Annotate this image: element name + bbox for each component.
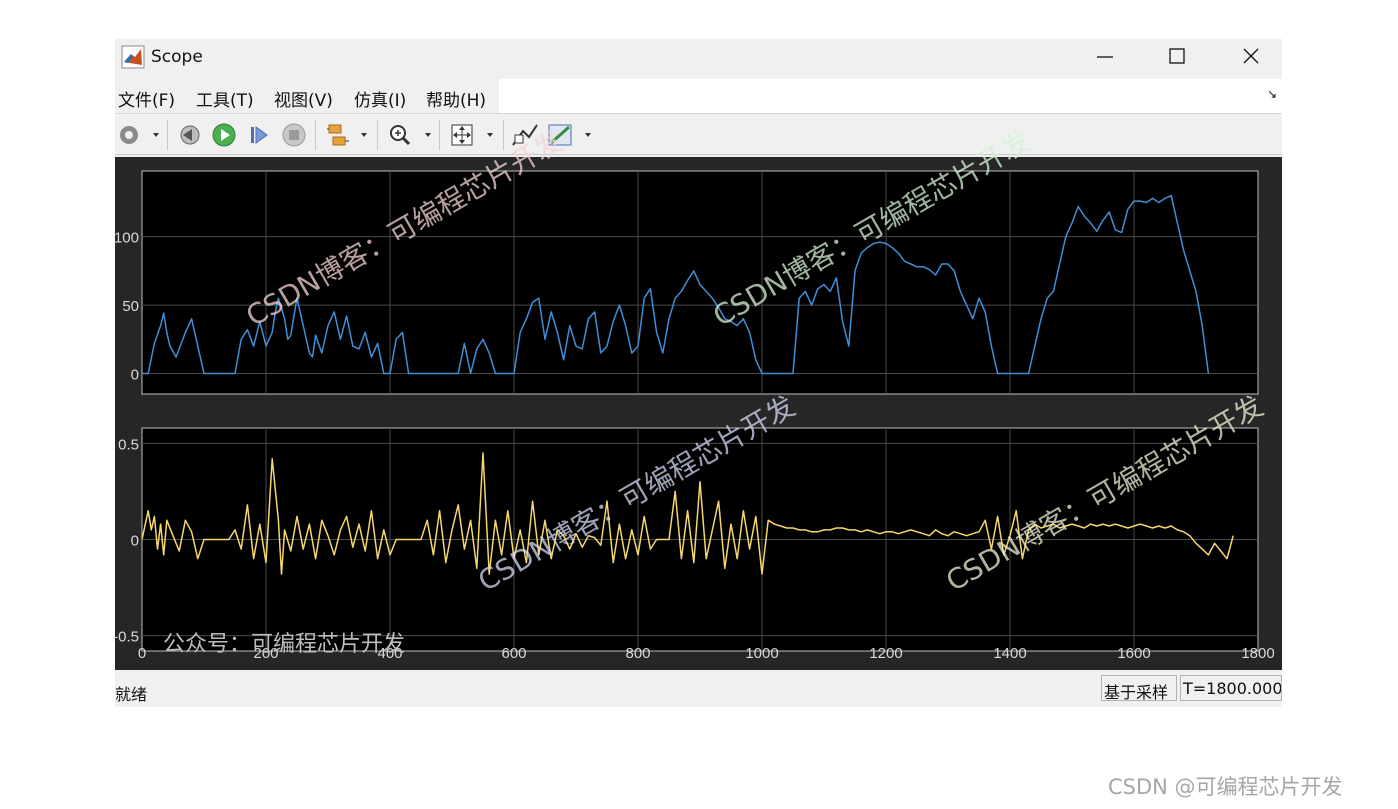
x-tick-label: 1200 (869, 645, 902, 662)
watermark-gzh: 公众号：可编程芯片开发 (163, 632, 406, 657)
scope-plots: 050100 -0.500.5 0 200 400 600 800 1000 1200 140… (115, 170, 1275, 662)
y-tick-label: 100 (115, 230, 139, 247)
watermark-page: CSDN @可编程芯片开发 (1108, 775, 1343, 799)
menu-tools[interactable]: 工具(T) (196, 86, 254, 111)
x-tick-label: 1400 (993, 645, 1026, 662)
gear-icon[interactable] (117, 121, 163, 149)
menu-simulation[interactable]: 仿真(I) (354, 86, 406, 111)
matlab-logo-icon (121, 45, 145, 69)
menu-file[interactable]: 文件(F) (118, 86, 175, 111)
toolbar (115, 113, 1282, 155)
menu-help[interactable]: 帮助(H) (426, 86, 486, 111)
undock-arrow-icon[interactable]: ↘ (1267, 87, 1277, 101)
step-forward-icon[interactable] (245, 121, 273, 149)
x-tick-label: 1000 (745, 645, 778, 662)
y-tick-labels-top: 0 50 100 (115, 230, 139, 384)
maximize-button[interactable] (1142, 39, 1212, 75)
y-tick-label: 0 (131, 366, 139, 383)
x-tick-label: 1600 (1117, 645, 1150, 662)
x-tick-label: 600 (501, 645, 526, 662)
y-tick-label: -0.5 (115, 629, 139, 646)
minimize-button[interactable] (1070, 39, 1140, 75)
menu-bar: 文件(F) 工具(T) 视图(V) 仿真(I) 帮助(H) ↘ (115, 79, 1282, 113)
stop-icon[interactable] (280, 121, 308, 149)
title-bar[interactable]: Scope (115, 39, 1282, 79)
y-tick-label: 50 (122, 298, 139, 315)
scope-window: Scope 文件(F) 工具(T) 视图(V) 仿真(I) 帮助(H) ↘ 0 … (115, 39, 1282, 707)
menu-view[interactable]: 视图(V) (274, 86, 333, 111)
x-tick-label: 0 (138, 645, 146, 662)
y-tick-labels-bottom: -0.5 0 0.5 (115, 436, 139, 645)
y-tick-label: 0.5 (118, 436, 139, 453)
status-text: 就绪 (115, 685, 148, 704)
window-title: Scope (151, 47, 203, 67)
status-bar: 就绪 基于采样 T=1800.000 (115, 672, 1282, 707)
scope-plot-area: 0 50 100 -0.5 0 0.5 0 200 400 600 800 1000 1200 140… (115, 157, 1282, 670)
signal-select-icon[interactable] (323, 121, 371, 149)
y-tick-label: 0 (131, 533, 139, 550)
sim-time-readout: T=1800.000 (1180, 675, 1282, 701)
sample-mode-badge: 基于采样 (1101, 675, 1177, 701)
x-tick-label: 800 (625, 645, 650, 662)
close-button[interactable] (1215, 39, 1285, 75)
step-back-icon[interactable] (175, 121, 203, 149)
x-tick-label: 1800 (1241, 645, 1274, 662)
zoom-icon[interactable] (385, 121, 435, 149)
run-icon[interactable] (210, 121, 238, 149)
autoscale-icon[interactable] (447, 121, 499, 149)
